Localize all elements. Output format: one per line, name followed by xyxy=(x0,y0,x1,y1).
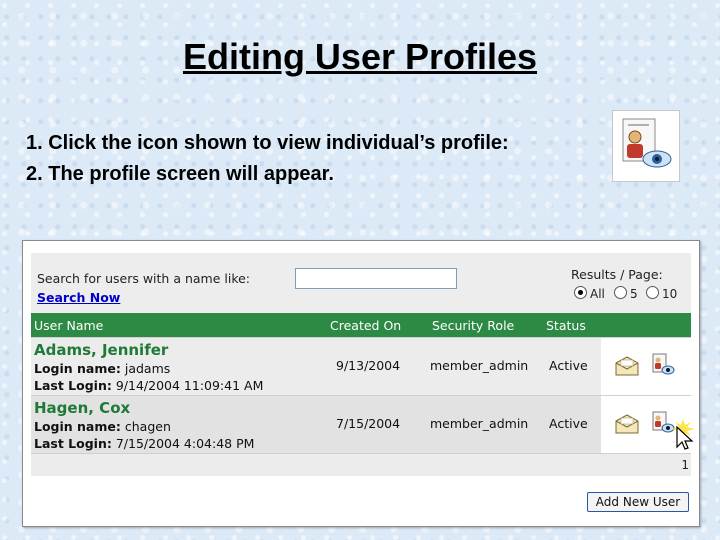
search-input[interactable] xyxy=(295,268,457,289)
slide-title: Editing User Profiles xyxy=(182,36,538,77)
last-login: Last Login: 9/14/2004 11:09:41 AM xyxy=(34,378,264,393)
status-text: Active xyxy=(549,416,588,431)
user-name[interactable]: Adams, Jennifer xyxy=(34,341,168,359)
search-panel: Search for users with a name like: Searc… xyxy=(31,253,691,313)
last-login: Last Login: 7/15/2004 4:04:48 PM xyxy=(34,436,255,451)
search-now-link[interactable]: Search Now xyxy=(37,290,120,305)
instruction-step-2: 2. The profile screen will appear. xyxy=(26,163,334,185)
column-security-role[interactable]: Security Role xyxy=(432,318,514,333)
results-option-5[interactable]: 5 xyxy=(614,286,638,301)
radio-icon xyxy=(646,286,659,299)
table-header: User Name Created On Security Role Statu… xyxy=(31,313,691,337)
mouse-pointer-icon xyxy=(671,419,695,450)
status-text: Active xyxy=(549,358,588,373)
pagination-bar: 1 xyxy=(31,453,691,476)
results-option-10[interactable]: 10 xyxy=(646,286,677,301)
screenshot-panel: Search for users with a name like: Searc… xyxy=(22,240,700,527)
column-status[interactable]: Status xyxy=(546,318,586,333)
created-on: 9/13/2004 xyxy=(336,358,401,373)
radio-icon xyxy=(614,286,627,299)
security-role: member_admin xyxy=(430,416,529,431)
created-on: 7/15/2004 xyxy=(336,416,401,431)
column-user-name[interactable]: User Name xyxy=(34,318,103,333)
table-row: Hagen, Cox Login name: chagen Last Login… xyxy=(31,395,691,454)
results-per-page-label: Results / Page: xyxy=(571,267,663,282)
radio-selected-icon xyxy=(574,286,587,299)
add-new-user-button[interactable]: Add New User xyxy=(587,492,689,512)
security-role: member_admin xyxy=(430,358,529,373)
envelope-icon[interactable] xyxy=(615,414,639,434)
action-icons xyxy=(601,338,691,396)
login-name: Login name: jadams xyxy=(34,361,171,376)
view-profile-icon[interactable] xyxy=(651,353,675,377)
page-number[interactable]: 1 xyxy=(681,458,689,472)
instruction-step-1: 1. Click the icon shown to view individu… xyxy=(26,132,509,154)
user-name[interactable]: Hagen, Cox xyxy=(34,399,130,417)
column-created-on[interactable]: Created On xyxy=(330,318,401,333)
view-profile-icon xyxy=(612,110,680,182)
envelope-icon[interactable] xyxy=(615,356,639,376)
login-name: Login name: chagen xyxy=(34,419,171,434)
table-row: Adams, Jennifer Login name: jadams Last … xyxy=(31,337,691,396)
search-label: Search for users with a name like: xyxy=(37,271,251,286)
results-option-all[interactable]: All xyxy=(574,286,605,301)
